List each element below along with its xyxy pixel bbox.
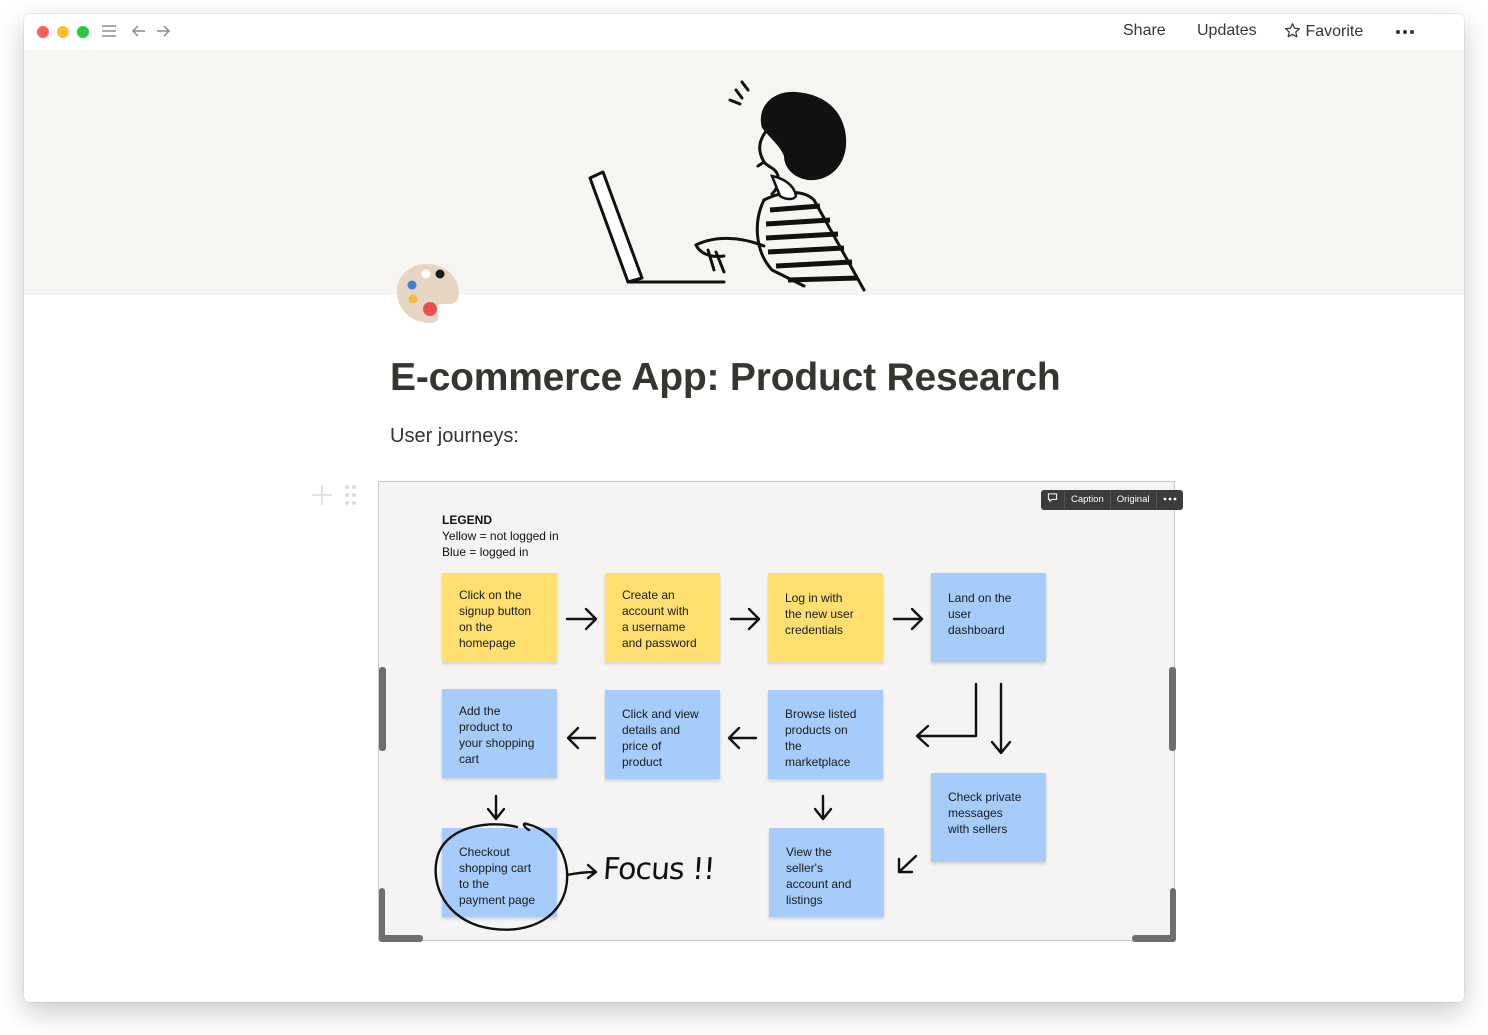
share-button[interactable]: Share (1123, 22, 1166, 40)
crop-corner-bottom-left-v[interactable] (379, 888, 385, 942)
favorite-button[interactable]: Favorite (1284, 22, 1363, 41)
crop-corner-bottom-right-h[interactable] (1132, 935, 1176, 942)
flow-arrows (434, 607, 1012, 931)
maximize-window-button[interactable] (77, 26, 89, 38)
block-drag-handle-icon[interactable] (312, 483, 362, 509)
cover-image[interactable] (24, 50, 1464, 295)
star-icon (1284, 23, 1301, 38)
crop-handle-right[interactable] (1169, 667, 1176, 751)
top-bar: Share Updates Favorite (24, 14, 1464, 50)
back-arrow-icon[interactable] (130, 22, 148, 40)
person-at-laptop-illustration (588, 80, 866, 292)
forward-arrow-icon[interactable] (154, 22, 172, 40)
palette-icon[interactable] (394, 260, 460, 326)
page-text[interactable]: User journeys: (390, 425, 519, 448)
app-window: Share Updates Favorite E-commerce App: P… (24, 14, 1464, 1002)
user-journey-image[interactable]: Caption Original LEGEND Yellow = not log… (378, 481, 1183, 942)
crop-handle-left[interactable] (379, 667, 386, 751)
close-window-button[interactable] (37, 26, 49, 38)
favorite-label: Favorite (1305, 23, 1364, 40)
minimize-window-button[interactable] (57, 26, 69, 38)
crop-corner-bottom-right-v[interactable] (1170, 888, 1176, 942)
updates-button[interactable]: Updates (1197, 22, 1257, 40)
crop-corner-bottom-left-h[interactable] (379, 935, 423, 942)
page-title[interactable]: E-commerce App: Product Research (390, 356, 1061, 400)
focus-annotation: Focus !! (601, 852, 716, 887)
sidebar-menu-icon[interactable] (100, 22, 118, 40)
more-options-icon[interactable] (1394, 23, 1416, 41)
